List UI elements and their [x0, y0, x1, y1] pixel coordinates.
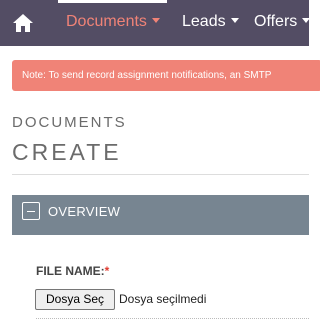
- page-title: CREATE: [12, 139, 122, 165]
- active-tab-indicator: [58, 0, 167, 3]
- smtp-notification-alert: Note: To send record assignment notifica…: [12, 60, 320, 91]
- nav-item-label: Offers: [254, 13, 298, 30]
- caret-down-icon: [230, 18, 239, 23]
- overview-panel-body: [12, 235, 309, 334]
- caret-down-icon: [151, 18, 160, 23]
- overview-panel-header[interactable]: OVERVIEW: [12, 195, 309, 235]
- file-name-label-text: FILE NAME:: [36, 264, 105, 278]
- collapse-minus-icon[interactable]: [22, 202, 40, 220]
- nav-item-label: Documents: [66, 13, 147, 30]
- panel-title: OVERVIEW: [48, 204, 121, 219]
- field-divider: [36, 318, 309, 319]
- nav-item-label: Leads: [182, 13, 226, 30]
- module-title: DOCUMENTS: [12, 114, 127, 131]
- nav-item-offers[interactable]: Offers: [254, 12, 311, 32]
- top-navbar: Documents Leads Offers: [0, 0, 311, 46]
- title-divider: [12, 174, 309, 175]
- choose-file-button[interactable]: Dosya Seç: [35, 289, 115, 310]
- required-marker: *: [104, 264, 110, 278]
- nav-item-leads[interactable]: Leads: [182, 12, 239, 32]
- home-icon[interactable]: [10, 10, 36, 36]
- file-name-label: FILE NAME:*: [36, 264, 109, 278]
- file-status-text: Dosya seçilmedi: [119, 292, 207, 306]
- nav-item-documents[interactable]: Documents: [66, 12, 160, 32]
- caret-down-icon: [302, 18, 311, 23]
